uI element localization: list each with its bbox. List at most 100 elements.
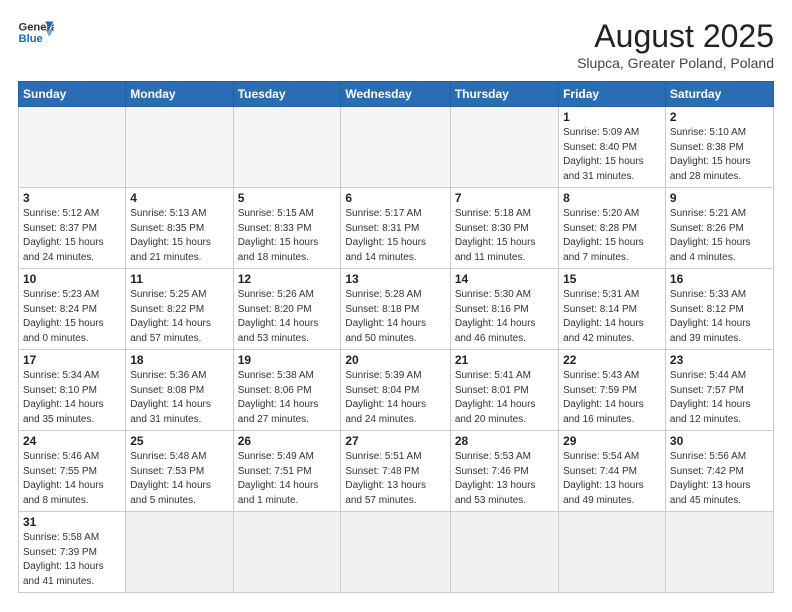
day-info: Sunrise: 5:09 AM Sunset: 8:40 PM Dayligh… <box>563 126 661 184</box>
calendar-cell <box>233 512 341 593</box>
calendar-cell: 15 Sunrise: 5:31 AM Sunset: 8:14 PM Dayli… <box>559 269 666 350</box>
calendar-cell: 3 Sunrise: 5:12 AM Sunset: 8:37 PM Daylig… <box>19 188 126 269</box>
day-number: 12 <box>238 272 337 286</box>
header-saturday: Saturday <box>665 82 773 107</box>
calendar-row-4: 24Sunrise: 5:46 AM Sunset: 7:55 PM Dayli… <box>19 431 774 512</box>
day-number: 29 <box>563 434 661 448</box>
day-info: Sunrise: 5:58 AM Sunset: 7:39 PM Dayligh… <box>23 531 121 589</box>
calendar-cell: 20Sunrise: 5:39 AM Sunset: 8:04 PM Dayli… <box>341 350 450 431</box>
day-info: Sunrise: 5:17 AM Sunset: 8:31 PM Dayligh… <box>345 207 445 265</box>
calendar-cell: 19 Sunrise: 5:38 AM Sunset: 8:06 PM Dayli… <box>233 350 341 431</box>
calendar-cell: 7 Sunrise: 5:18 AM Sunset: 8:30 PM Daylig… <box>450 188 558 269</box>
header-tuesday: Tuesday <box>233 82 341 107</box>
logo-icon: General Blue <box>18 18 54 46</box>
calendar-table: Sunday Monday Tuesday Wednesday Thursday… <box>18 81 774 593</box>
calendar-cell <box>559 512 666 593</box>
day-info: Sunrise: 5:26 AM Sunset: 8:20 PM Dayligh… <box>238 288 337 346</box>
day-number: 5 <box>238 191 337 205</box>
day-number: 3 <box>23 191 121 205</box>
day-number: 7 <box>455 191 554 205</box>
calendar-cell: 27 Sunrise: 5:51 AM Sunset: 7:48 PM Dayli… <box>341 431 450 512</box>
day-info: Sunrise: 5:41 AM Sunset: 8:01 PM Dayligh… <box>455 369 554 427</box>
header: General Blue August 2025 Slupca, Greater… <box>18 18 774 71</box>
day-info: Sunrise: 5:23 AM Sunset: 8:24 PM Dayligh… <box>23 288 121 346</box>
day-number: 4 <box>130 191 228 205</box>
day-info: Sunrise: 5:31 AM Sunset: 8:14 PM Dayligh… <box>563 288 661 346</box>
page-title: August 2025 <box>577 18 774 55</box>
day-number: 27 <box>345 434 445 448</box>
day-info: Sunrise: 5:33 AM Sunset: 8:12 PM Dayligh… <box>670 288 769 346</box>
header-thursday: Thursday <box>450 82 558 107</box>
calendar-row-5: 31 Sunrise: 5:58 AM Sunset: 7:39 PM Dayli… <box>19 512 774 593</box>
day-info: Sunrise: 5:20 AM Sunset: 8:28 PM Dayligh… <box>563 207 661 265</box>
day-info: Sunrise: 5:39 AM Sunset: 8:04 PM Dayligh… <box>345 369 445 427</box>
day-number: 13 <box>345 272 445 286</box>
day-info: Sunrise: 5:46 AM Sunset: 7:55 PM Dayligh… <box>23 450 121 508</box>
day-info: Sunrise: 5:18 AM Sunset: 8:30 PM Dayligh… <box>455 207 554 265</box>
calendar-cell: 16 Sunrise: 5:33 AM Sunset: 8:12 PM Dayli… <box>665 269 773 350</box>
day-number: 26 <box>238 434 337 448</box>
day-number: 31 <box>23 515 121 529</box>
calendar-cell: 11 Sunrise: 5:25 AM Sunset: 8:22 PM Dayli… <box>126 269 233 350</box>
calendar-row-1: 3 Sunrise: 5:12 AM Sunset: 8:37 PM Daylig… <box>19 188 774 269</box>
calendar-cell: 13 Sunrise: 5:28 AM Sunset: 8:18 PM Dayli… <box>341 269 450 350</box>
calendar-cell: 1 Sunrise: 5:09 AM Sunset: 8:40 PM Daylig… <box>559 107 666 188</box>
calendar-cell: 9Sunrise: 5:21 AM Sunset: 8:26 PM Daylig… <box>665 188 773 269</box>
calendar-cell <box>126 512 233 593</box>
day-number: 15 <box>563 272 661 286</box>
day-number: 18 <box>130 353 228 367</box>
day-info: Sunrise: 5:36 AM Sunset: 8:08 PM Dayligh… <box>130 369 228 427</box>
day-number: 14 <box>455 272 554 286</box>
calendar-cell: 18 Sunrise: 5:36 AM Sunset: 8:08 PM Dayli… <box>126 350 233 431</box>
calendar-cell: 25Sunrise: 5:48 AM Sunset: 7:53 PM Dayli… <box>126 431 233 512</box>
calendar-cell: 17Sunrise: 5:34 AM Sunset: 8:10 PM Dayli… <box>19 350 126 431</box>
calendar-row-3: 17Sunrise: 5:34 AM Sunset: 8:10 PM Dayli… <box>19 350 774 431</box>
svg-text:Blue: Blue <box>19 33 43 45</box>
day-number: 25 <box>130 434 228 448</box>
day-number: 1 <box>563 110 661 124</box>
day-number: 19 <box>238 353 337 367</box>
day-info: Sunrise: 5:49 AM Sunset: 7:51 PM Dayligh… <box>238 450 337 508</box>
calendar-cell: 22Sunrise: 5:43 AM Sunset: 7:59 PM Dayli… <box>559 350 666 431</box>
day-info: Sunrise: 5:21 AM Sunset: 8:26 PM Dayligh… <box>670 207 769 265</box>
day-info: Sunrise: 5:43 AM Sunset: 7:59 PM Dayligh… <box>563 369 661 427</box>
header-sunday: Sunday <box>19 82 126 107</box>
day-number: 21 <box>455 353 554 367</box>
day-number: 28 <box>455 434 554 448</box>
calendar-cell: 26 Sunrise: 5:49 AM Sunset: 7:51 PM Dayli… <box>233 431 341 512</box>
day-info: Sunrise: 5:56 AM Sunset: 7:42 PM Dayligh… <box>670 450 769 508</box>
calendar-cell: 12 Sunrise: 5:26 AM Sunset: 8:20 PM Dayli… <box>233 269 341 350</box>
day-info: Sunrise: 5:30 AM Sunset: 8:16 PM Dayligh… <box>455 288 554 346</box>
calendar-row-2: 10 Sunrise: 5:23 AM Sunset: 8:24 PM Dayli… <box>19 269 774 350</box>
calendar-cell <box>19 107 126 188</box>
day-info: Sunrise: 5:25 AM Sunset: 8:22 PM Dayligh… <box>130 288 228 346</box>
day-info: Sunrise: 5:10 AM Sunset: 8:38 PM Dayligh… <box>670 126 769 184</box>
header-wednesday: Wednesday <box>341 82 450 107</box>
calendar-cell: 31 Sunrise: 5:58 AM Sunset: 7:39 PM Dayli… <box>19 512 126 593</box>
weekday-header-row: Sunday Monday Tuesday Wednesday Thursday… <box>19 82 774 107</box>
day-number: 11 <box>130 272 228 286</box>
calendar-cell: 21 Sunrise: 5:41 AM Sunset: 8:01 PM Dayli… <box>450 350 558 431</box>
day-number: 23 <box>670 353 769 367</box>
day-info: Sunrise: 5:15 AM Sunset: 8:33 PM Dayligh… <box>238 207 337 265</box>
day-info: Sunrise: 5:38 AM Sunset: 8:06 PM Dayligh… <box>238 369 337 427</box>
day-info: Sunrise: 5:12 AM Sunset: 8:37 PM Dayligh… <box>23 207 121 265</box>
day-number: 30 <box>670 434 769 448</box>
calendar-cell <box>126 107 233 188</box>
day-number: 16 <box>670 272 769 286</box>
day-info: Sunrise: 5:51 AM Sunset: 7:48 PM Dayligh… <box>345 450 445 508</box>
calendar-cell <box>341 512 450 593</box>
calendar-row-0: 1 Sunrise: 5:09 AM Sunset: 8:40 PM Daylig… <box>19 107 774 188</box>
calendar-cell: 24Sunrise: 5:46 AM Sunset: 7:55 PM Dayli… <box>19 431 126 512</box>
day-number: 2 <box>670 110 769 124</box>
calendar-cell: 29 Sunrise: 5:54 AM Sunset: 7:44 PM Dayli… <box>559 431 666 512</box>
calendar-cell: 4Sunrise: 5:13 AM Sunset: 8:35 PM Daylig… <box>126 188 233 269</box>
calendar-cell: 8Sunrise: 5:20 AM Sunset: 8:28 PM Daylig… <box>559 188 666 269</box>
calendar-cell: 2 Sunrise: 5:10 AM Sunset: 8:38 PM Daylig… <box>665 107 773 188</box>
page-subtitle: Slupca, Greater Poland, Poland <box>577 55 774 71</box>
day-number: 10 <box>23 272 121 286</box>
day-info: Sunrise: 5:28 AM Sunset: 8:18 PM Dayligh… <box>345 288 445 346</box>
day-info: Sunrise: 5:54 AM Sunset: 7:44 PM Dayligh… <box>563 450 661 508</box>
calendar-cell <box>665 512 773 593</box>
calendar-cell: 14 Sunrise: 5:30 AM Sunset: 8:16 PM Dayli… <box>450 269 558 350</box>
